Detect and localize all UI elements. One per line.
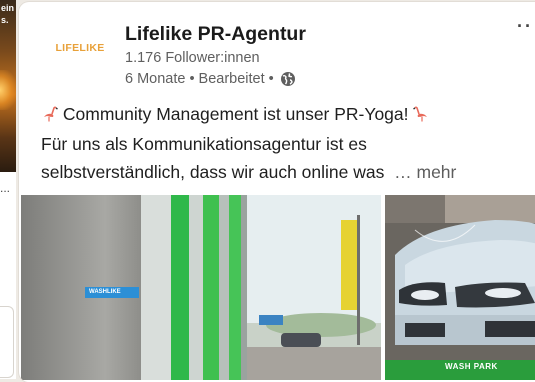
car-illustration bbox=[385, 195, 535, 380]
post-text-3: selbstverständlich, dass wir auch online… bbox=[41, 162, 385, 182]
logo-wordmark: LIFELIKE bbox=[55, 42, 105, 54]
post-image-building[interactable]: WASHLIKE bbox=[21, 195, 381, 380]
post-image-car[interactable]: WASH PARK bbox=[385, 195, 535, 380]
post-meta: 6 Monate • Bearbeitet • bbox=[125, 71, 296, 87]
globe-icon bbox=[280, 72, 295, 86]
follower-count: 1.176 Follower:innen bbox=[125, 50, 260, 66]
wall-sign-text: WASHLIKE bbox=[89, 289, 121, 295]
previous-post-glow bbox=[0, 70, 16, 110]
post-text-line-3: selbstverständlich, dass wir auch online… bbox=[41, 162, 456, 183]
building-illustration bbox=[21, 195, 381, 380]
previous-post-ellipsis: ... bbox=[0, 181, 11, 195]
more-options-button[interactable]: ·· bbox=[517, 17, 533, 35]
edited-label: Bearbeitet bbox=[198, 71, 265, 87]
post-text-line-1: Community Management ist unser PR-Yoga! bbox=[41, 104, 430, 125]
previous-post-image[interactable]: ein s. bbox=[0, 0, 16, 172]
post-text-line-2: Für uns als Kommunikationsagentur ist es bbox=[41, 134, 367, 154]
post-time: 6 Monate bbox=[125, 71, 186, 87]
author-name[interactable]: Lifelike PR-Agentur bbox=[125, 23, 306, 46]
meta-separator-2: • bbox=[268, 71, 274, 87]
author-logo[interactable]: LIFELIKE bbox=[49, 17, 111, 79]
previous-post-card[interactable]: ein s. ... bbox=[0, 0, 16, 379]
flamingo-icon bbox=[413, 106, 428, 122]
see-more-link[interactable]: … mehr bbox=[389, 162, 456, 182]
previous-post-box bbox=[0, 306, 14, 378]
wash-park-brand: WASH PARK bbox=[445, 362, 498, 371]
post-card: LIFELIKE Lifelike PR-Agentur 1.176 Follo… bbox=[19, 2, 535, 382]
meta-separator: • bbox=[189, 71, 195, 87]
flamingo-icon bbox=[44, 106, 58, 122]
post-text-1: Community Management ist unser PR-Yoga! bbox=[62, 104, 409, 124]
previous-post-overlay-text: ein s. bbox=[1, 3, 15, 25]
